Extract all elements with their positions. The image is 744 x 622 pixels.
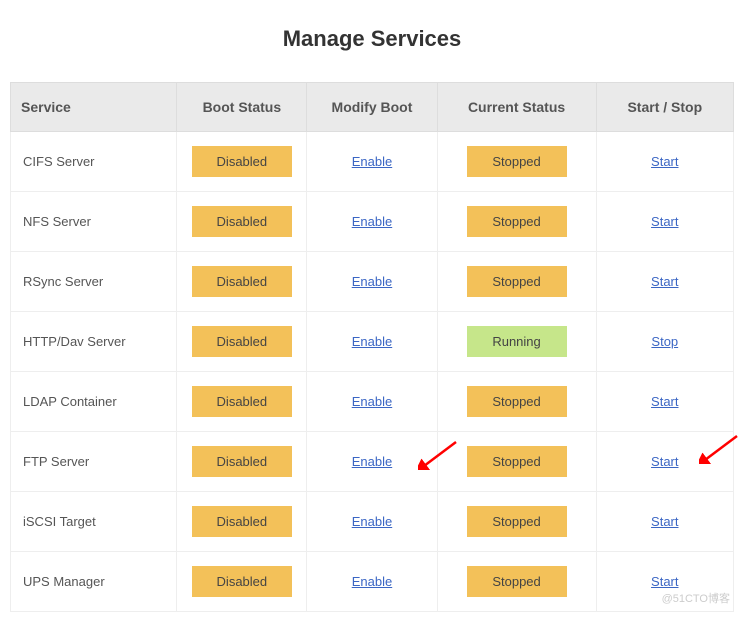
start-stop-link[interactable]: Start — [651, 154, 678, 169]
modify-boot-link[interactable]: Enable — [352, 274, 392, 289]
service-name: UPS Manager — [11, 552, 177, 612]
current-status-cell: Stopped — [437, 132, 596, 192]
table-row: UPS Manager Disabled Enable Stopped Start — [11, 552, 734, 612]
boot-status-cell: Disabled — [177, 552, 307, 612]
boot-status-cell: Disabled — [177, 252, 307, 312]
start-stop-cell: Start — [596, 552, 733, 612]
current-status-badge: Stopped — [467, 566, 567, 597]
boot-status-cell: Disabled — [177, 312, 307, 372]
modify-boot-link[interactable]: Enable — [352, 394, 392, 409]
modify-boot-link[interactable]: Enable — [352, 154, 392, 169]
current-status-badge: Stopped — [467, 446, 567, 477]
start-stop-link[interactable]: Start — [651, 514, 678, 529]
boot-status-badge: Disabled — [192, 566, 292, 597]
start-stop-cell: Start — [596, 252, 733, 312]
current-status-cell: Stopped — [437, 552, 596, 612]
modify-boot-cell: Enable — [307, 192, 437, 252]
start-stop-cell: Start — [596, 432, 733, 492]
table-row: NFS Server Disabled Enable Stopped Start — [11, 192, 734, 252]
start-stop-link[interactable]: Start — [651, 214, 678, 229]
boot-status-badge: Disabled — [192, 146, 292, 177]
modify-boot-cell: Enable — [307, 372, 437, 432]
start-stop-link[interactable]: Start — [651, 454, 678, 469]
current-status-cell: Stopped — [437, 432, 596, 492]
service-name: HTTP/Dav Server — [11, 312, 177, 372]
current-status-badge: Stopped — [467, 506, 567, 537]
services-table: Service Boot Status Modify Boot Current … — [10, 82, 734, 612]
boot-status-badge: Disabled — [192, 386, 292, 417]
current-status-cell: Stopped — [437, 492, 596, 552]
col-header-modify-boot: Modify Boot — [307, 83, 437, 132]
current-status-badge: Stopped — [467, 266, 567, 297]
boot-status-badge: Disabled — [192, 326, 292, 357]
current-status-cell: Stopped — [437, 252, 596, 312]
boot-status-badge: Disabled — [192, 266, 292, 297]
service-name: LDAP Container — [11, 372, 177, 432]
boot-status-cell: Disabled — [177, 432, 307, 492]
boot-status-cell: Disabled — [177, 372, 307, 432]
start-stop-cell: Start — [596, 372, 733, 432]
table-row: RSync Server Disabled Enable Stopped Start — [11, 252, 734, 312]
service-name: NFS Server — [11, 192, 177, 252]
current-status-badge: Running — [467, 326, 567, 357]
modify-boot-cell: Enable — [307, 312, 437, 372]
modify-boot-link[interactable]: Enable — [352, 214, 392, 229]
start-stop-cell: Stop — [596, 312, 733, 372]
start-stop-link[interactable]: Start — [651, 394, 678, 409]
boot-status-cell: Disabled — [177, 192, 307, 252]
table-row: FTP Server Disabled Enable Stopped Start — [11, 432, 734, 492]
modify-boot-cell: Enable — [307, 492, 437, 552]
current-status-badge: Stopped — [467, 206, 567, 237]
modify-boot-link[interactable]: Enable — [352, 514, 392, 529]
modify-boot-cell: Enable — [307, 252, 437, 312]
start-stop-link[interactable]: Stop — [651, 334, 678, 349]
start-stop-link[interactable]: Start — [651, 574, 678, 589]
current-status-cell: Stopped — [437, 372, 596, 432]
current-status-cell: Running — [437, 312, 596, 372]
col-header-current-status: Current Status — [437, 83, 596, 132]
current-status-badge: Stopped — [467, 146, 567, 177]
service-name: CIFS Server — [11, 132, 177, 192]
table-row: iSCSI Target Disabled Enable Stopped Start — [11, 492, 734, 552]
current-status-cell: Stopped — [437, 192, 596, 252]
start-stop-cell: Start — [596, 192, 733, 252]
modify-boot-cell: Enable — [307, 132, 437, 192]
modify-boot-cell: Enable — [307, 432, 437, 492]
modify-boot-cell: Enable — [307, 552, 437, 612]
boot-status-badge: Disabled — [192, 206, 292, 237]
service-name: RSync Server — [11, 252, 177, 312]
boot-status-cell: Disabled — [177, 132, 307, 192]
current-status-badge: Stopped — [467, 386, 567, 417]
table-row: LDAP Container Disabled Enable Stopped Start — [11, 372, 734, 432]
boot-status-badge: Disabled — [192, 506, 292, 537]
table-row: HTTP/Dav Server Disabled Enable Running Stop — [11, 312, 734, 372]
start-stop-link[interactable]: Start — [651, 274, 678, 289]
col-header-service: Service — [11, 83, 177, 132]
modify-boot-link[interactable]: Enable — [352, 574, 392, 589]
page-title: Manage Services — [10, 10, 734, 82]
col-header-start-stop: Start / Stop — [596, 83, 733, 132]
service-name: iSCSI Target — [11, 492, 177, 552]
col-header-boot-status: Boot Status — [177, 83, 307, 132]
modify-boot-link[interactable]: Enable — [352, 454, 392, 469]
boot-status-cell: Disabled — [177, 492, 307, 552]
service-name: FTP Server — [11, 432, 177, 492]
modify-boot-link[interactable]: Enable — [352, 334, 392, 349]
start-stop-cell: Start — [596, 132, 733, 192]
start-stop-cell: Start — [596, 492, 733, 552]
boot-status-badge: Disabled — [192, 446, 292, 477]
table-row: CIFS Server Disabled Enable Stopped Start — [11, 132, 734, 192]
